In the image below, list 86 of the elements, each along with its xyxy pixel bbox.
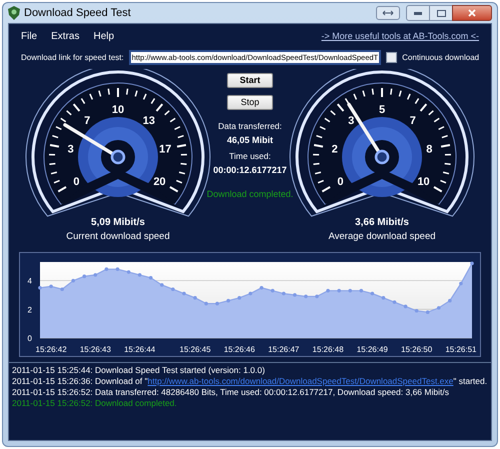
data-point <box>49 284 53 288</box>
data-point <box>126 270 130 274</box>
axis-label: 2 <box>28 306 32 315</box>
data-point <box>382 296 386 300</box>
axis-label: 15:26:50 <box>401 345 432 354</box>
axis-label: 0 <box>28 334 32 344</box>
double-arrow-icon <box>382 10 394 16</box>
action-button[interactable]: Start <box>227 73 273 88</box>
data-point <box>304 294 308 298</box>
data-point <box>270 289 274 293</box>
log-line: 2011-01-15 15:26:52: Data transferred: 48286480 Bits, Time used: 00:00:12.6177217, Download speed: 3,66 Mibit/s <box>12 387 450 398</box>
data-point <box>370 292 374 296</box>
action-button[interactable]: Stop <box>227 95 273 110</box>
data-point <box>38 286 42 290</box>
axis-label: 15:26:48 <box>312 345 344 354</box>
maximize-button[interactable] <box>430 5 452 21</box>
checkbox[interactable] <box>386 52 398 63</box>
minimize-icon <box>414 12 422 14</box>
axis-label: 15:26:44 <box>124 345 156 354</box>
data-point <box>260 286 264 290</box>
stat-value: 46,05 Mibit <box>226 134 273 147</box>
data-point <box>94 273 98 277</box>
data-point <box>404 304 408 308</box>
data-point <box>470 262 474 266</box>
axis-label: 15:26:51 <box>445 345 476 354</box>
data-point <box>436 306 441 310</box>
stat-value: 00:00:12.6177217 <box>213 164 287 177</box>
data-point <box>282 292 286 296</box>
data-point <box>215 302 220 306</box>
data-point <box>348 289 352 293</box>
data-point <box>448 299 452 303</box>
field-label: Download link for speed test: <box>21 52 124 64</box>
status-text: Download completed. <box>206 188 294 201</box>
axis-label: 15:26:47 <box>268 345 300 354</box>
axis-label: 4 <box>28 276 32 286</box>
close-icon <box>468 9 476 17</box>
data-point <box>414 309 418 313</box>
axis-label: 15:26:46 <box>224 345 255 354</box>
log-line: 2011-01-15 15:26:52: Download completed. <box>12 398 178 410</box>
data-point <box>292 293 297 298</box>
data-point <box>82 274 86 278</box>
axis-label: 15:26:43 <box>80 345 111 354</box>
data-point <box>60 288 64 292</box>
data-point <box>315 294 319 298</box>
data-point <box>392 300 396 304</box>
data-point <box>337 289 341 293</box>
speed-caption: Current download speed <box>66 230 170 244</box>
data-point <box>238 296 242 300</box>
data-point <box>71 279 76 283</box>
speed-caption: Average download speed <box>328 230 436 244</box>
menu-item[interactable]: Extras <box>51 29 80 44</box>
data-point <box>104 268 108 272</box>
data-point <box>359 289 364 293</box>
data-point <box>148 276 153 280</box>
data-point <box>160 283 164 287</box>
restore-button[interactable] <box>376 6 400 20</box>
menu-item[interactable]: File <box>21 29 38 44</box>
maximize-icon <box>436 10 446 16</box>
tools-link[interactable]: -> More useful tools at AB-Tools.com <- <box>321 30 479 44</box>
log-line: 2011-01-15 15:25:44: Download Speed Test started (version: 1.0.0) <box>12 365 266 376</box>
download-link[interactable]: http://www.ab-tools.com/download/DownloadSpeedTest/DownloadSpeedTest.exe <box>148 376 454 386</box>
data-point <box>182 292 186 296</box>
checkbox-label: Continuous download <box>402 52 480 64</box>
speed-reading: 3,66 Mibit/s <box>355 216 409 230</box>
data-point <box>248 292 252 296</box>
data-point <box>426 310 430 314</box>
axis-label: 15:26:45 <box>180 345 211 354</box>
axis-label: 15:26:42 <box>36 345 67 354</box>
stat-label: Data transferred: <box>218 120 282 133</box>
menu-item[interactable]: Help <box>93 29 114 44</box>
stat-label: Time used: <box>229 150 271 163</box>
data-point <box>116 268 120 272</box>
shield-icon <box>8 6 20 20</box>
window-title: Download Speed Test <box>24 6 131 21</box>
speed-reading: 5,09 Mibit/s <box>91 216 145 230</box>
data-point <box>459 282 463 286</box>
data-point <box>138 273 142 277</box>
data-point <box>226 299 230 303</box>
data-point <box>193 296 197 300</box>
data-point <box>326 289 330 293</box>
minimize-button[interactable] <box>406 5 430 21</box>
log-line: 2011-01-15 15:26:36: Download of "http://www.ab-tools.com/download/DownloadSpeedTest/DownloadSpeedTest.exe" started. <box>12 376 488 388</box>
data-point <box>204 302 208 306</box>
close-button[interactable] <box>452 5 492 21</box>
axis-label: 15:26:49 <box>356 345 388 354</box>
data-point <box>171 288 175 292</box>
